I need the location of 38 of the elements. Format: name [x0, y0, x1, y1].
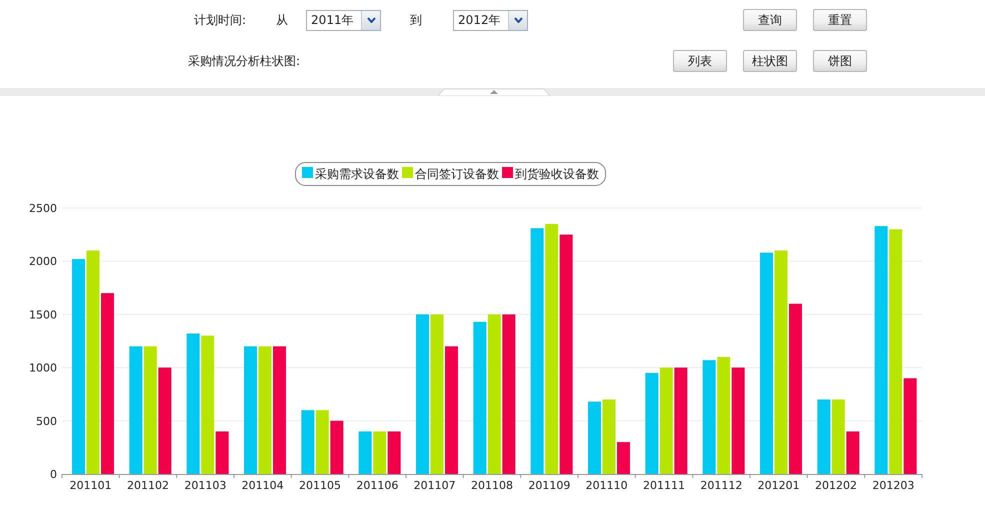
- legend-label: 采购需求设备数: [315, 167, 399, 181]
- y-axis-label: 0: [50, 468, 57, 481]
- year-dropdown[interactable]: 2011年: [306, 10, 382, 30]
- caret-icon: [508, 10, 528, 30]
- x-axis-label: 201105: [299, 479, 341, 492]
- y-axis-label: 1500: [29, 308, 57, 322]
- action-button[interactable]: 查询: [743, 9, 797, 31]
- action-button[interactable]: 重置: [813, 9, 867, 31]
- x-axis-label: 201111: [643, 479, 685, 492]
- x-axis-label: 201109: [528, 479, 570, 492]
- x-axis-label: 201108: [471, 479, 513, 492]
- legend-label: 合同签订设备数: [415, 167, 499, 181]
- x-axis-label: 201112: [700, 479, 742, 492]
- y-axis-label: 1000: [29, 362, 57, 375]
- x-axis-label: 201102: [127, 479, 169, 492]
- x-axis-label: 201202: [815, 479, 857, 492]
- to-label: 到: [410, 12, 422, 28]
- view-button[interactable]: 饼图: [813, 50, 867, 72]
- x-axis-label: 201110: [586, 479, 628, 492]
- caret-icon: [361, 10, 380, 30]
- x-axis-label: 201203: [872, 479, 914, 492]
- y-axis-label: 2500: [29, 202, 57, 215]
- year-dropdown[interactable]: 2012年: [453, 10, 528, 30]
- x-axis-label: 201103: [184, 479, 226, 492]
- x-axis-label: 201107: [414, 479, 456, 492]
- y-axis-label: 2000: [29, 255, 57, 268]
- x-axis-label: 201201: [758, 479, 800, 492]
- x-axis-label: 201104: [242, 479, 284, 492]
- collapse-handle[interactable]: [438, 88, 550, 96]
- plan-time-label: 计划时间:: [194, 12, 246, 28]
- legend-label: 到货验收设备数: [515, 167, 599, 181]
- y-axis-label: 500: [36, 414, 57, 428]
- x-axis-label: 201101: [70, 479, 112, 492]
- view-button[interactable]: 列表: [673, 50, 727, 72]
- view-button[interactable]: 柱状图: [743, 50, 797, 72]
- x-axis-label: 201106: [356, 479, 398, 492]
- from-label: 从: [276, 12, 288, 28]
- chart-section-title: 采购情况分析柱状图:: [188, 52, 300, 70]
